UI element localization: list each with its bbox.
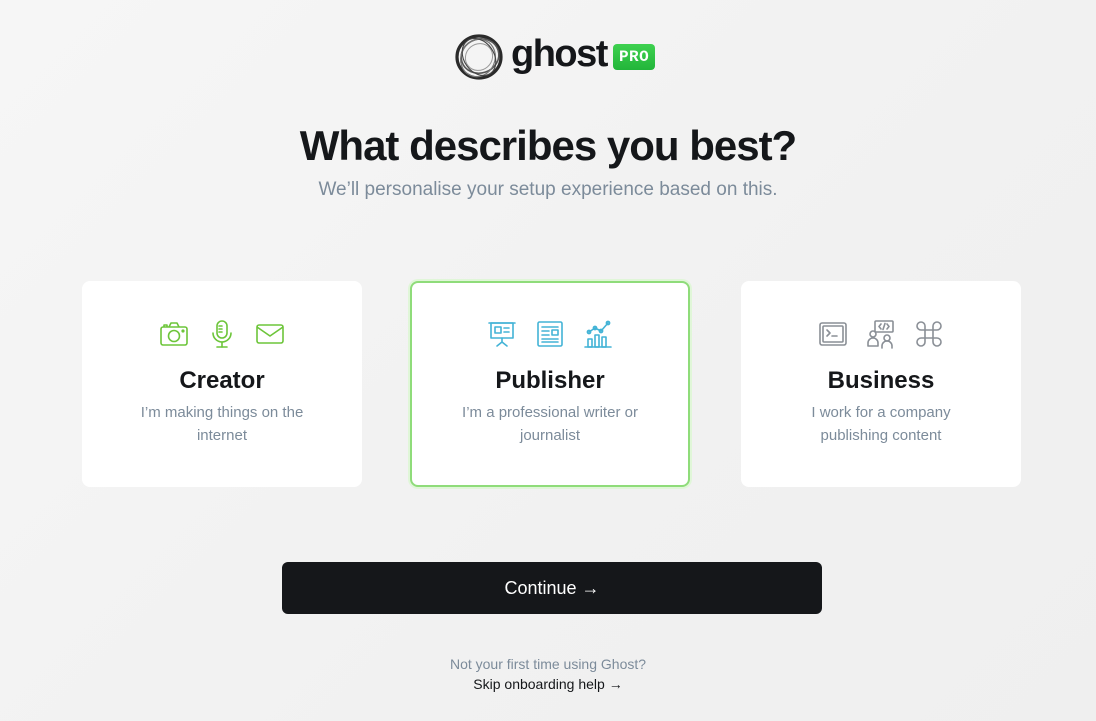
analytics-icon — [584, 320, 612, 348]
option-card-creator[interactable]: Creator I’m making things on the interne… — [82, 281, 362, 487]
logo-wordmark: ghost — [511, 33, 608, 75]
skip-onboarding-link-row: Skip onboarding help → — [0, 676, 1096, 692]
option-card-publisher[interactable]: Publisher I’m a professional writer or j… — [410, 281, 690, 487]
ghost-logo-icon — [455, 34, 503, 80]
terminal-icon — [819, 322, 847, 346]
microphone-icon — [212, 320, 232, 348]
page-subtitle: We’ll personalise your setup experience … — [318, 179, 778, 200]
mail-icon — [256, 324, 284, 344]
card-title: Business — [827, 367, 935, 394]
card-icons — [741, 319, 1021, 351]
card-icons — [412, 319, 688, 351]
skip-onboarding-link[interactable]: Skip onboarding help → — [473, 676, 622, 692]
returning-user-question: Not your first time using Ghost? — [449, 656, 647, 672]
pro-badge: PRO — [612, 43, 656, 71]
card-icons — [82, 319, 362, 351]
page-title: What describes you best? — [299, 122, 797, 169]
ghost-pro-logo: ghost PRO — [453, 32, 656, 82]
card-title: Creator — [179, 367, 265, 394]
card-description: I’m a professional writer or journalist — [462, 404, 638, 444]
command-icon — [916, 321, 942, 347]
onboarding-page: ghost PRO What describes you best? We’ll… — [0, 0, 1096, 721]
presentation-icon — [488, 322, 516, 347]
camera-icon — [160, 322, 188, 346]
continue-button[interactable]: Continue → — [282, 562, 822, 614]
option-card-business[interactable]: Business I work for a company publishing… — [741, 281, 1021, 487]
team-code-icon — [867, 320, 894, 349]
card-title: Publisher — [495, 367, 605, 394]
newspaper-icon — [537, 321, 563, 347]
card-description: I work for a company publishing content — [811, 404, 951, 444]
card-description: I’m making things on the internet — [140, 404, 304, 444]
